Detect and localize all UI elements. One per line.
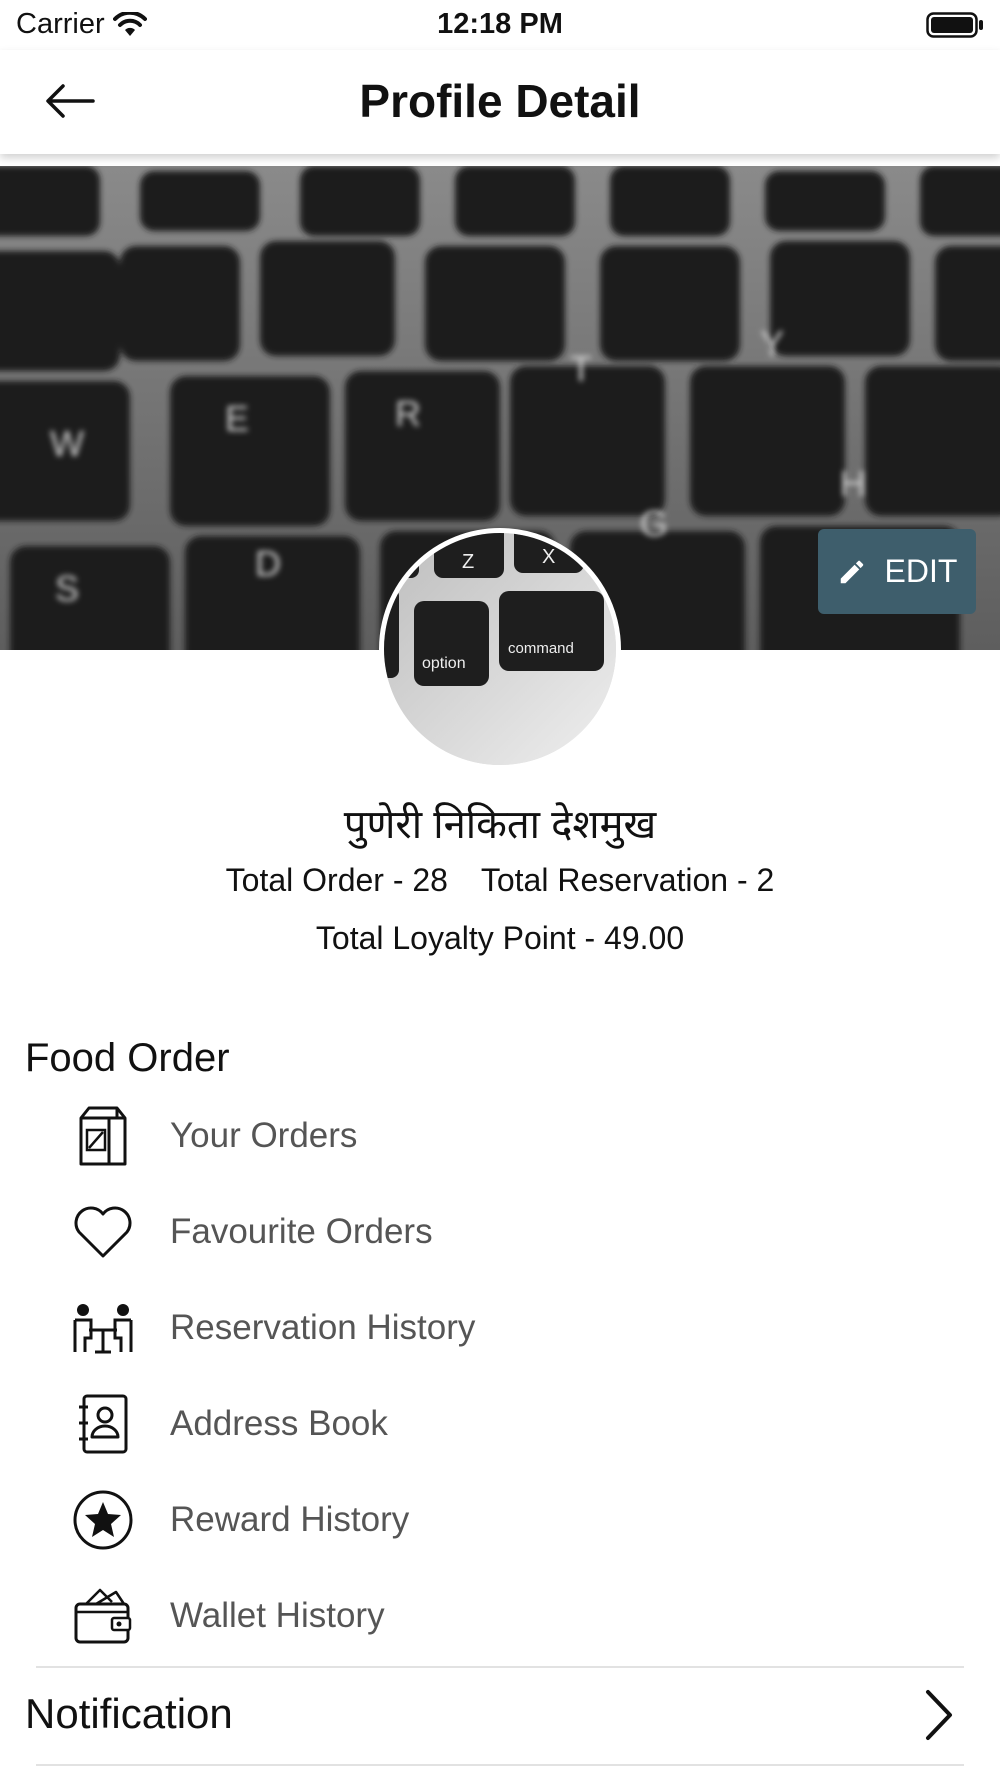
- chevron-right-icon: [926, 1690, 952, 1740]
- menu-label-reward-history: Reward History: [170, 1500, 410, 1539]
- battery-icon: [926, 12, 983, 38]
- notification-label: Notification: [25, 1690, 233, 1737]
- total-order: Total Order - 28: [225, 862, 448, 898]
- menu-item-reward-history[interactable]: Reward History: [0, 1472, 1000, 1568]
- svg-text:E: E: [225, 398, 249, 439]
- notification-row[interactable]: Notification: [0, 1668, 1000, 1764]
- order-bag-icon: [70, 1103, 136, 1169]
- edit-profile-button[interactable]: EDIT: [818, 529, 976, 614]
- star-badge-icon: [70, 1487, 136, 1553]
- svg-text:option: option: [422, 655, 466, 672]
- svg-text:command: command: [508, 640, 574, 657]
- profile-name: पुणेरी निकिता देशमुख: [343, 803, 657, 847]
- status-bar: Carrier 12:18 PM: [0, 0, 1000, 50]
- svg-text:G: G: [640, 503, 668, 544]
- menu-item-address-book[interactable]: Address Book: [0, 1376, 1000, 1472]
- order-stats: Total Order - 28 Total Reservation - 2: [0, 862, 1000, 899]
- svg-text:S: S: [55, 568, 79, 609]
- nav-bar: Profile Detail: [0, 50, 1000, 154]
- food-order-heading: Food Order: [25, 1036, 230, 1080]
- menu-item-reservation-history[interactable]: Reservation History: [0, 1280, 1000, 1376]
- menu-label-wallet-history: Wallet History: [170, 1596, 385, 1635]
- avatar-photo: Z X option command: [384, 533, 616, 765]
- divider: [36, 1764, 964, 1766]
- menu-item-wallet-history[interactable]: Wallet History: [0, 1568, 1000, 1664]
- status-time: 12:18 PM: [437, 8, 563, 40]
- loyalty-points: Total Loyalty Point - 49.00: [315, 920, 685, 956]
- svg-text:W: W: [50, 423, 84, 464]
- menu-item-favourite-orders[interactable]: Favourite Orders: [0, 1184, 1000, 1280]
- menu-item-your-orders[interactable]: Your Orders: [0, 1088, 1000, 1184]
- menu-label-reservation-history: Reservation History: [170, 1308, 476, 1347]
- total-reservation: Total Reservation - 2: [480, 862, 775, 898]
- edit-label: EDIT: [884, 553, 958, 589]
- wallet-icon: [70, 1583, 136, 1649]
- page-title: Profile Detail: [359, 75, 641, 127]
- menu-label-address-book: Address Book: [170, 1404, 388, 1443]
- heart-icon: [70, 1199, 136, 1265]
- menu-label-your-orders: Your Orders: [170, 1116, 358, 1155]
- address-book-icon: [70, 1391, 136, 1457]
- svg-text:T: T: [570, 348, 592, 389]
- menu-label-favourite-orders: Favourite Orders: [170, 1212, 433, 1251]
- svg-text:H: H: [840, 463, 866, 504]
- svg-text:D: D: [255, 543, 281, 584]
- dining-table-icon: [70, 1295, 136, 1361]
- pencil-icon: [840, 560, 863, 583]
- svg-text:X: X: [542, 546, 555, 568]
- svg-text:Y: Y: [760, 323, 784, 364]
- svg-text:Z: Z: [462, 551, 474, 573]
- svg-text:R: R: [395, 393, 421, 434]
- avatar[interactable]: Z X option command: [379, 528, 621, 770]
